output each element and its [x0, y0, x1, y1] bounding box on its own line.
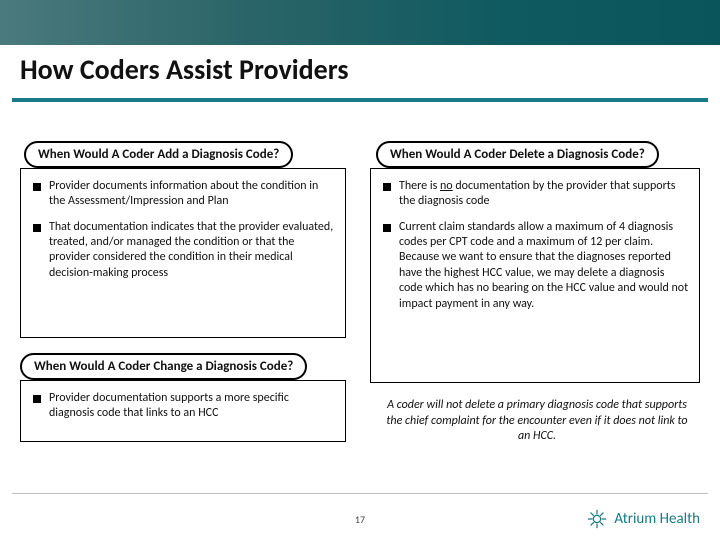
heading-delete: When Would A Coder Delete a Diagnosis Co…: [376, 141, 659, 168]
square-bullet-icon: [33, 395, 41, 403]
footer-rule: [12, 493, 708, 494]
atrium-logo-icon: [586, 508, 608, 530]
square-bullet-icon: [33, 224, 41, 232]
add-bullet-text: That documentation indicates that the pr…: [49, 220, 335, 281]
add-bullet: That documentation indicates that the pr…: [29, 220, 335, 281]
change-bullet: Provider documentation supports a more s…: [29, 391, 335, 422]
title-underline: [12, 98, 708, 102]
delete-bullet: Current claim standards allow a maximum …: [379, 220, 689, 312]
box-change: Provider documentation supports a more s…: [20, 380, 346, 442]
square-bullet-icon: [383, 224, 391, 232]
page-title: How Coders Assist Providers: [20, 52, 349, 87]
brand: Atrium Health: [586, 508, 700, 530]
delete-note: A coder will not delete a primary diagno…: [380, 398, 694, 445]
slide: How Coders Assist Providers When Would A…: [0, 0, 720, 540]
delete-bullet: There is no documentation by the provide…: [379, 179, 689, 210]
header-band: [0, 0, 720, 45]
heading-add: When Would A Coder Add a Diagnosis Code?: [24, 141, 293, 168]
heading-change: When Would A Coder Change a Diagnosis Co…: [20, 353, 307, 380]
square-bullet-icon: [33, 183, 41, 191]
box-add: Provider documents information about the…: [20, 168, 346, 338]
delete-bullet-underline: no: [440, 179, 453, 193]
box-delete: There is no documentation by the provide…: [370, 168, 700, 383]
page-number: 17: [355, 513, 365, 526]
change-bullet-text: Provider documentation supports a more s…: [49, 391, 335, 422]
brand-name: Atrium Health: [614, 510, 700, 528]
delete-bullet-text: There is no documentation by the provide…: [399, 179, 689, 210]
delete-bullet-pre: There is: [399, 179, 440, 193]
square-bullet-icon: [383, 183, 391, 191]
delete-bullet-text: Current claim standards allow a maximum …: [399, 220, 689, 312]
add-bullet: Provider documents information about the…: [29, 179, 335, 210]
add-bullet-text: Provider documents information about the…: [49, 179, 335, 210]
